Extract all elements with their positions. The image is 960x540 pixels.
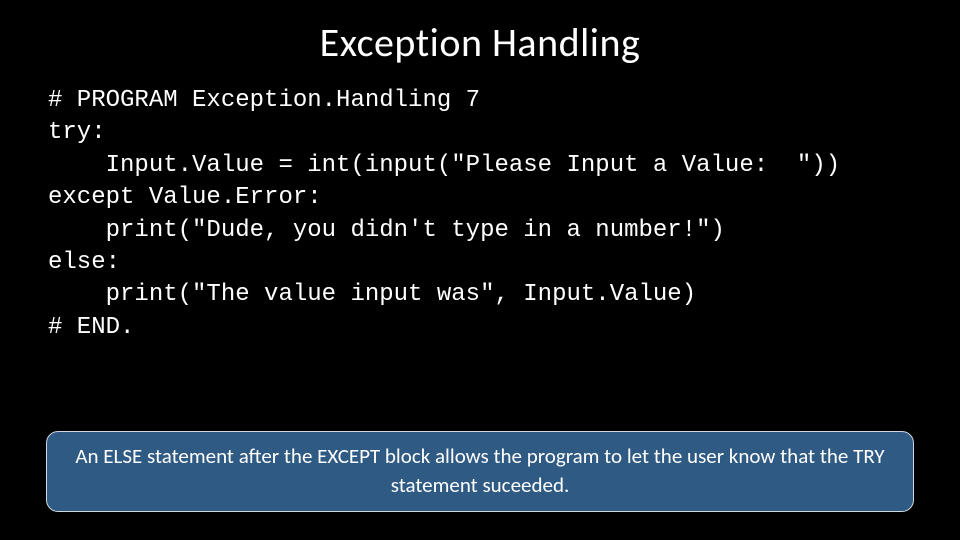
callout-text: An ELSE statement after the EXCEPT block… [75,443,884,497]
code-line-5: print("Dude, you didn't type in a number… [48,217,725,244]
code-line-2: try: [48,119,106,146]
callout-box: An ELSE statement after the EXCEPT block… [46,431,914,512]
code-line-3: Input.Value = int(input("Please Input a … [48,152,840,179]
code-line-1: # PROGRAM Exception.Handling 7 [48,87,480,114]
code-line-8: # END. [48,314,134,341]
code-block: # PROGRAM Exception.Handling 7 try: Inpu… [0,79,960,344]
code-line-6: else: [48,249,120,276]
code-line-7: print("The value input was", Input.Value… [48,281,696,308]
slide: Exception Handling # PROGRAM Exception.H… [0,0,960,540]
code-line-4: except Value.Error: [48,184,322,211]
slide-title: Exception Handling [0,0,960,79]
